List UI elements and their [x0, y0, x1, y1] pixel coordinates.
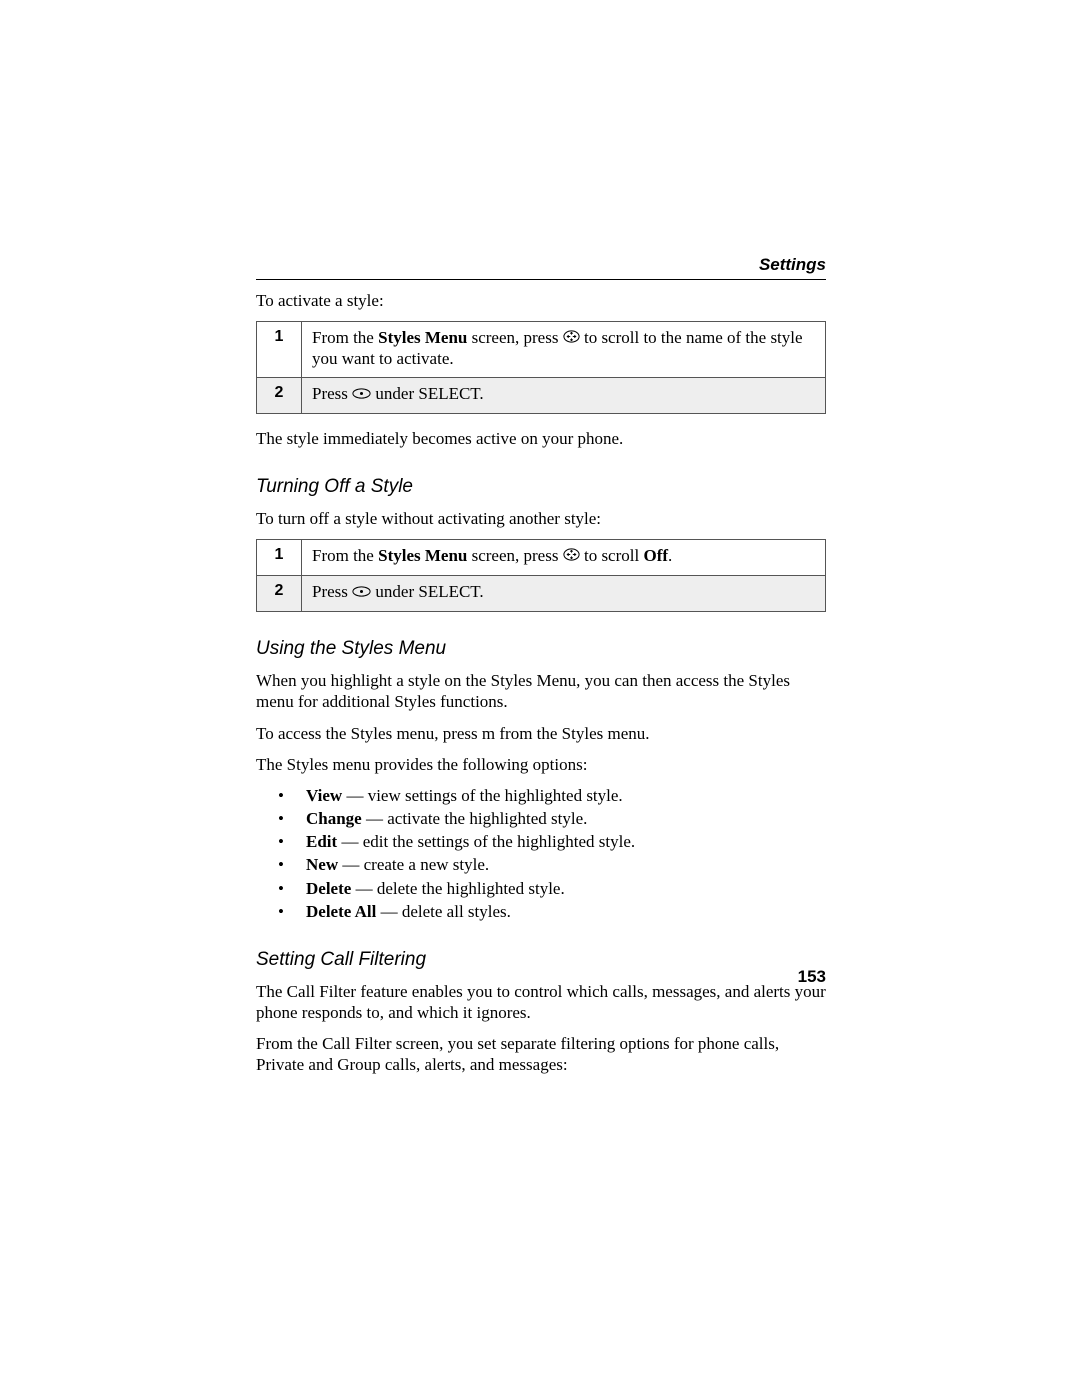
using-p1: When you highlight a style on the Styles…: [256, 670, 826, 713]
step-row: 2 Press under SELECT.: [257, 576, 826, 612]
step-row: 1 From the Styles Menu screen, press to …: [257, 539, 826, 575]
list-item: Delete All — delete all styles.: [256, 901, 826, 923]
step-number: 2: [257, 378, 302, 414]
nav-scroll-icon: [563, 328, 580, 348]
page-number: 153: [798, 967, 826, 987]
cf-p2: From the Call Filter screen, you set sep…: [256, 1033, 826, 1076]
using-p2: To access the Styles menu, press m from …: [256, 723, 826, 744]
using-p3: The Styles menu provides the following o…: [256, 754, 826, 775]
section-header: Settings: [256, 255, 826, 275]
nav-scroll-icon: [563, 546, 580, 566]
step-number: 2: [257, 576, 302, 612]
select-button-icon: [352, 384, 371, 404]
step-row: 1 From the Styles Menu screen, press to …: [257, 322, 826, 378]
list-item: Delete — delete the highlighted style.: [256, 878, 826, 900]
subheading-callfilter: Setting Call Filtering: [256, 949, 826, 971]
step-number: 1: [257, 539, 302, 575]
step-text: Press under SELECT.: [302, 378, 826, 414]
subheading-turnoff: Turning Off a Style: [256, 476, 826, 498]
list-item: Edit — edit the settings of the highligh…: [256, 831, 826, 853]
activate-steps-table: 1 From the Styles Menu screen, press to …: [256, 321, 826, 414]
step-text: From the Styles Menu screen, press to sc…: [302, 322, 826, 378]
select-button-icon: [352, 582, 371, 602]
turnoff-intro: To turn off a style without activating a…: [256, 508, 826, 529]
page-content: Settings To activate a style: 1 From the…: [256, 255, 826, 1086]
header-rule: [256, 279, 826, 280]
step-text: From the Styles Menu screen, press to sc…: [302, 539, 826, 575]
subheading-using: Using the Styles Menu: [256, 638, 826, 660]
activate-intro: To activate a style:: [256, 290, 826, 311]
step-text: Press under SELECT.: [302, 576, 826, 612]
list-item: View — view settings of the highlighted …: [256, 785, 826, 807]
options-list: View — view settings of the highlighted …: [256, 785, 826, 923]
list-item: New — create a new style.: [256, 854, 826, 876]
turnoff-steps-table: 1 From the Styles Menu screen, press to …: [256, 539, 826, 612]
step-number: 1: [257, 322, 302, 378]
activate-result: The style immediately becomes active on …: [256, 428, 826, 449]
step-row: 2 Press under SELECT.: [257, 378, 826, 414]
list-item: Change — activate the highlighted style.: [256, 808, 826, 830]
cf-p1: The Call Filter feature enables you to c…: [256, 981, 826, 1024]
